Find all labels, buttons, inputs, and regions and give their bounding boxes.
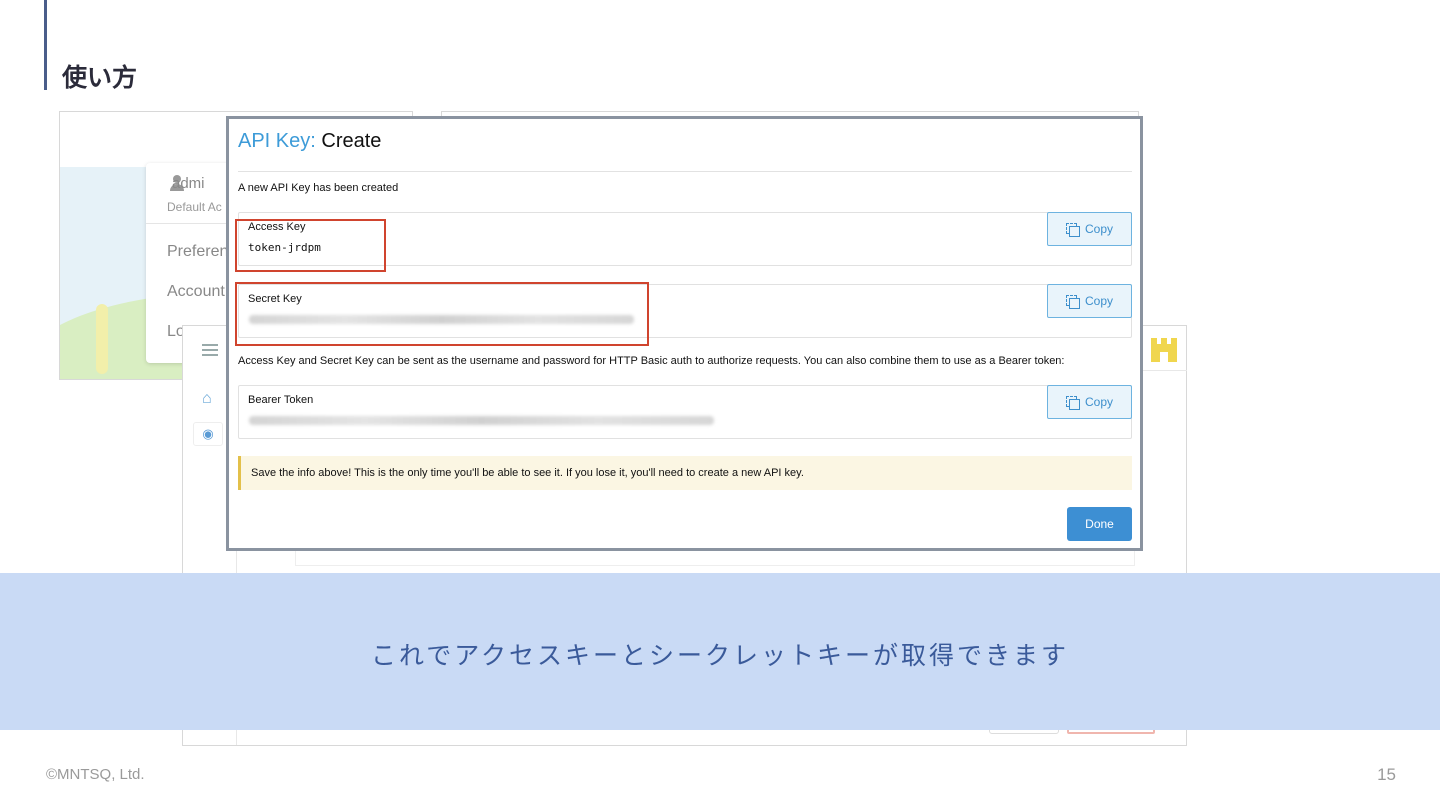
home-icon[interactable]: ⌂ — [202, 390, 212, 408]
modal-title: API Key: Create — [238, 130, 381, 153]
modal-title-prefix: API Key: — [238, 130, 316, 152]
slide-title: 使い方 — [62, 63, 138, 92]
cluster-icon[interactable]: ◉ — [193, 422, 223, 446]
copy-icon — [1065, 222, 1080, 237]
user-name: admi — [172, 175, 205, 192]
app-logo-icon — [1151, 338, 1177, 362]
copy-bearer-token-button[interactable]: Copy — [1047, 385, 1132, 419]
copy-icon — [1065, 395, 1080, 410]
menu-item-preferences[interactable]: Preferen — [167, 243, 228, 261]
menu-item-account[interactable]: Account — [167, 283, 225, 301]
copy-label: Copy — [1084, 222, 1113, 236]
footer-copyright: ©MNTSQ, Ltd. — [46, 766, 145, 783]
copy-secret-key-button[interactable]: Copy — [1047, 284, 1132, 318]
caption-band: これでアクセスキーとシークレットキーが取得できます — [0, 573, 1440, 730]
bearer-token-field: Bearer Token — [238, 385, 1132, 439]
copy-label: Copy — [1084, 294, 1113, 308]
warning-banner: Save the info above! This is the only ti… — [238, 456, 1132, 490]
access-key-highlight — [235, 219, 386, 272]
copy-icon — [1065, 294, 1080, 309]
caption-text: これでアクセスキーとシークレットキーが取得できます — [370, 641, 1069, 670]
modal-divider — [238, 171, 1132, 172]
title-accent-bar — [44, 0, 47, 90]
warning-text: Save the info above! This is the only ti… — [251, 467, 804, 479]
created-message: A new API Key has been created — [238, 182, 399, 194]
hamburger-menu-icon[interactable] — [202, 344, 218, 356]
modal-title-main: Create — [321, 130, 382, 152]
bearer-token-label: Bearer Token — [248, 394, 314, 406]
copy-access-key-button[interactable]: Copy — [1047, 212, 1132, 246]
page-number: 15 — [1377, 765, 1396, 784]
auth-note: Access Key and Secret Key can be sent as… — [238, 355, 1065, 367]
api-key-create-modal: API Key: Create A new API Key has been c… — [226, 116, 1143, 551]
user-subtitle: Default Ac — [167, 200, 222, 214]
header-divider — [1143, 370, 1187, 371]
copy-label: Copy — [1084, 395, 1113, 409]
bearer-token-blurred-value[interactable] — [249, 416, 714, 425]
secret-key-highlight — [235, 282, 649, 346]
done-button[interactable]: Done — [1067, 507, 1132, 541]
tree-illustration — [96, 304, 108, 374]
